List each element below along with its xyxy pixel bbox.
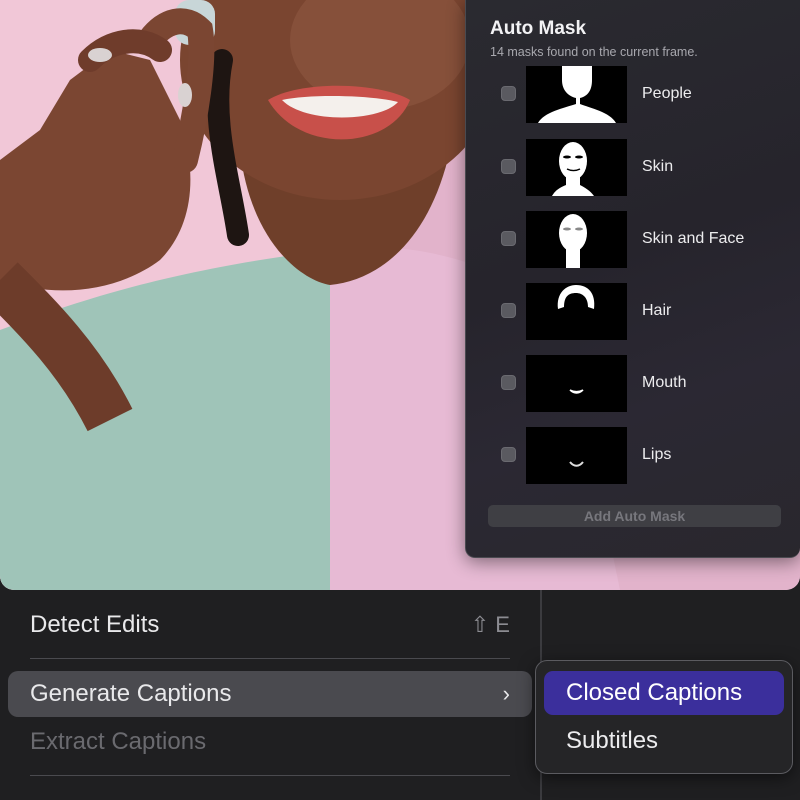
mask-label: Skin: [642, 158, 674, 175]
mouth-mask-thumbnail: [526, 355, 627, 412]
menu-item-label: Generate Captions: [30, 680, 232, 707]
hair-mask-thumbnail: [526, 283, 627, 340]
menu-item-label: Detect Edits: [30, 611, 160, 638]
menu-separator: [30, 658, 510, 659]
mask-row-skin[interactable]: Skin: [466, 139, 800, 197]
mask-checkbox[interactable]: [501, 159, 516, 174]
lips-mask-thumbnail: [526, 427, 627, 484]
mask-label: Skin and Face: [642, 230, 745, 247]
auto-mask-panel: Auto Mask 14 masks found on the current …: [465, 0, 800, 558]
submenu-item-subtitles[interactable]: Subtitles: [544, 719, 784, 763]
menu-item-label: Extract Captions: [30, 728, 207, 755]
mask-checkbox[interactable]: [501, 231, 516, 246]
menu-item-extract-captions[interactable]: Extract Captions: [8, 719, 532, 765]
mask-row-mouth[interactable]: Mouth: [466, 355, 800, 413]
mask-checkbox[interactable]: [501, 375, 516, 390]
captions-submenu: Closed Captions Subtitles: [535, 660, 793, 774]
mask-row-skin-and-face[interactable]: Skin and Face: [466, 211, 800, 269]
menu-item-detect-edits[interactable]: Detect Edits ⇧ E: [8, 602, 532, 648]
mask-label: Hair: [642, 302, 672, 319]
mask-checkbox[interactable]: [501, 86, 516, 101]
mask-checkbox[interactable]: [501, 303, 516, 318]
mask-label: Mouth: [642, 374, 687, 391]
chevron-right-icon: ›: [502, 681, 510, 706]
mask-checkbox[interactable]: [501, 447, 516, 462]
panel-subtitle: 14 masks found on the current frame.: [490, 45, 698, 59]
menu-item-generate-captions[interactable]: Generate Captions ›: [8, 671, 532, 717]
panel-title: Auto Mask: [490, 18, 587, 39]
skin-face-mask-thumbnail: [526, 211, 627, 268]
shortcut-label: ⇧ E: [470, 612, 510, 637]
menu-separator: [30, 775, 510, 776]
skin-mask-thumbnail: [526, 139, 627, 196]
submenu-item-closed-captions[interactable]: Closed Captions: [544, 671, 784, 715]
mask-label: People: [642, 85, 692, 102]
mask-row-people[interactable]: People: [466, 66, 800, 124]
mask-row-lips[interactable]: Lips: [466, 427, 800, 485]
mask-row-hair[interactable]: Hair: [466, 283, 800, 341]
add-auto-mask-button[interactable]: Add Auto Mask: [488, 505, 781, 527]
mask-label: Lips: [642, 446, 672, 463]
people-mask-thumbnail: [526, 66, 627, 123]
